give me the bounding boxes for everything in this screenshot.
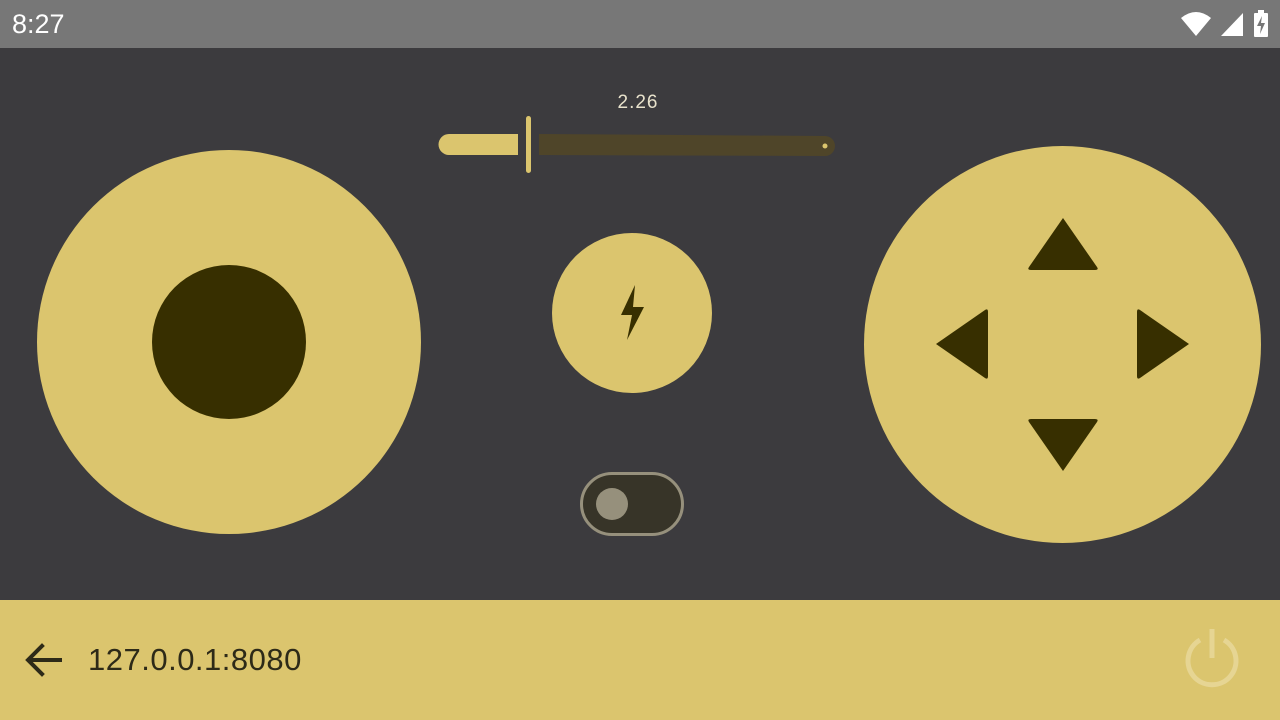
power-icon[interactable] [1178, 624, 1246, 692]
slider-handle[interactable] [526, 116, 531, 173]
dpad [864, 146, 1261, 543]
slider-value-label: 2.26 [617, 92, 659, 113]
robot-controller-screen: 8:27 2.26 127.0.0.1:8080 [0, 0, 1280, 720]
battery-charging-icon [1254, 10, 1268, 37]
status-bar: 8:27 [0, 0, 1280, 48]
mode-toggle-switch[interactable] [580, 472, 684, 536]
slider-active-track [438, 134, 518, 155]
status-time: 8:27 [12, 9, 65, 39]
slider-inactive-track [539, 134, 835, 156]
toggle-thumb[interactable] [596, 488, 628, 520]
wifi-icon [1181, 12, 1211, 36]
server-address: 127.0.0.1:8080 [88, 642, 302, 677]
slider-end-dot [822, 143, 828, 149]
joystick[interactable] [37, 150, 421, 534]
cellular-signal-icon [1221, 13, 1243, 36]
speed-slider[interactable] [438, 112, 838, 176]
lightning-bolt-icon [621, 285, 644, 340]
arrow-left-icon[interactable] [933, 306, 991, 382]
status-icons [1180, 10, 1270, 38]
arrow-back-icon[interactable] [20, 636, 68, 684]
boost-button[interactable] [552, 233, 712, 393]
arrow-right-icon[interactable] [1134, 306, 1192, 382]
arrow-down-icon[interactable] [1025, 416, 1101, 474]
bottom-bar: 127.0.0.1:8080 [0, 600, 1280, 720]
arrow-up-icon[interactable] [1025, 215, 1101, 273]
joystick-knob[interactable] [152, 265, 306, 419]
